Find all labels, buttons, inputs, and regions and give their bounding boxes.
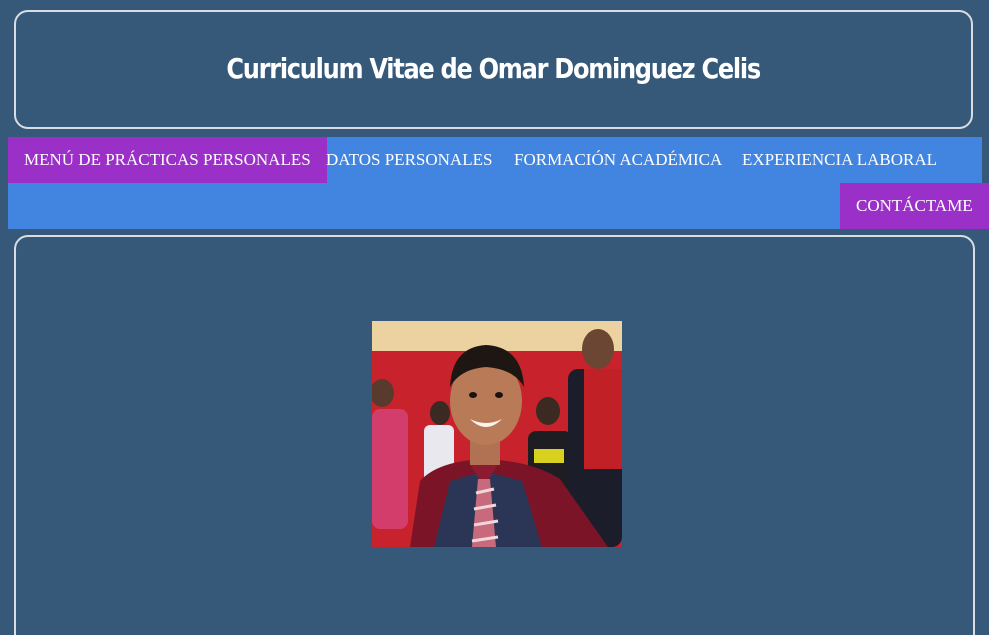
profile-photo-illustration xyxy=(372,321,622,547)
nav-item-datos-personales[interactable]: DATOS PERSONALES xyxy=(326,137,492,183)
header-box: Curriculum Vitae de Omar Dominguez Celis xyxy=(14,10,973,129)
nav-item-contactame[interactable]: CONTÁCTAME xyxy=(840,183,989,229)
nav-item-formacion-academica[interactable]: FORMACIÓN ACADÉMICA xyxy=(514,137,722,183)
nav-item-practicas-personales[interactable]: MENÚ DE PRÁCTICAS PERSONALES xyxy=(8,137,327,183)
main-nav: MENÚ DE PRÁCTICAS PERSONALES DATOS PERSO… xyxy=(8,137,989,229)
content-box xyxy=(14,235,975,635)
page-title: Curriculum Vitae de Omar Dominguez Celis xyxy=(226,52,762,85)
profile-photo xyxy=(372,321,622,547)
nav-item-experiencia-laboral[interactable]: EXPERIENCIA LABORAL xyxy=(742,137,937,183)
